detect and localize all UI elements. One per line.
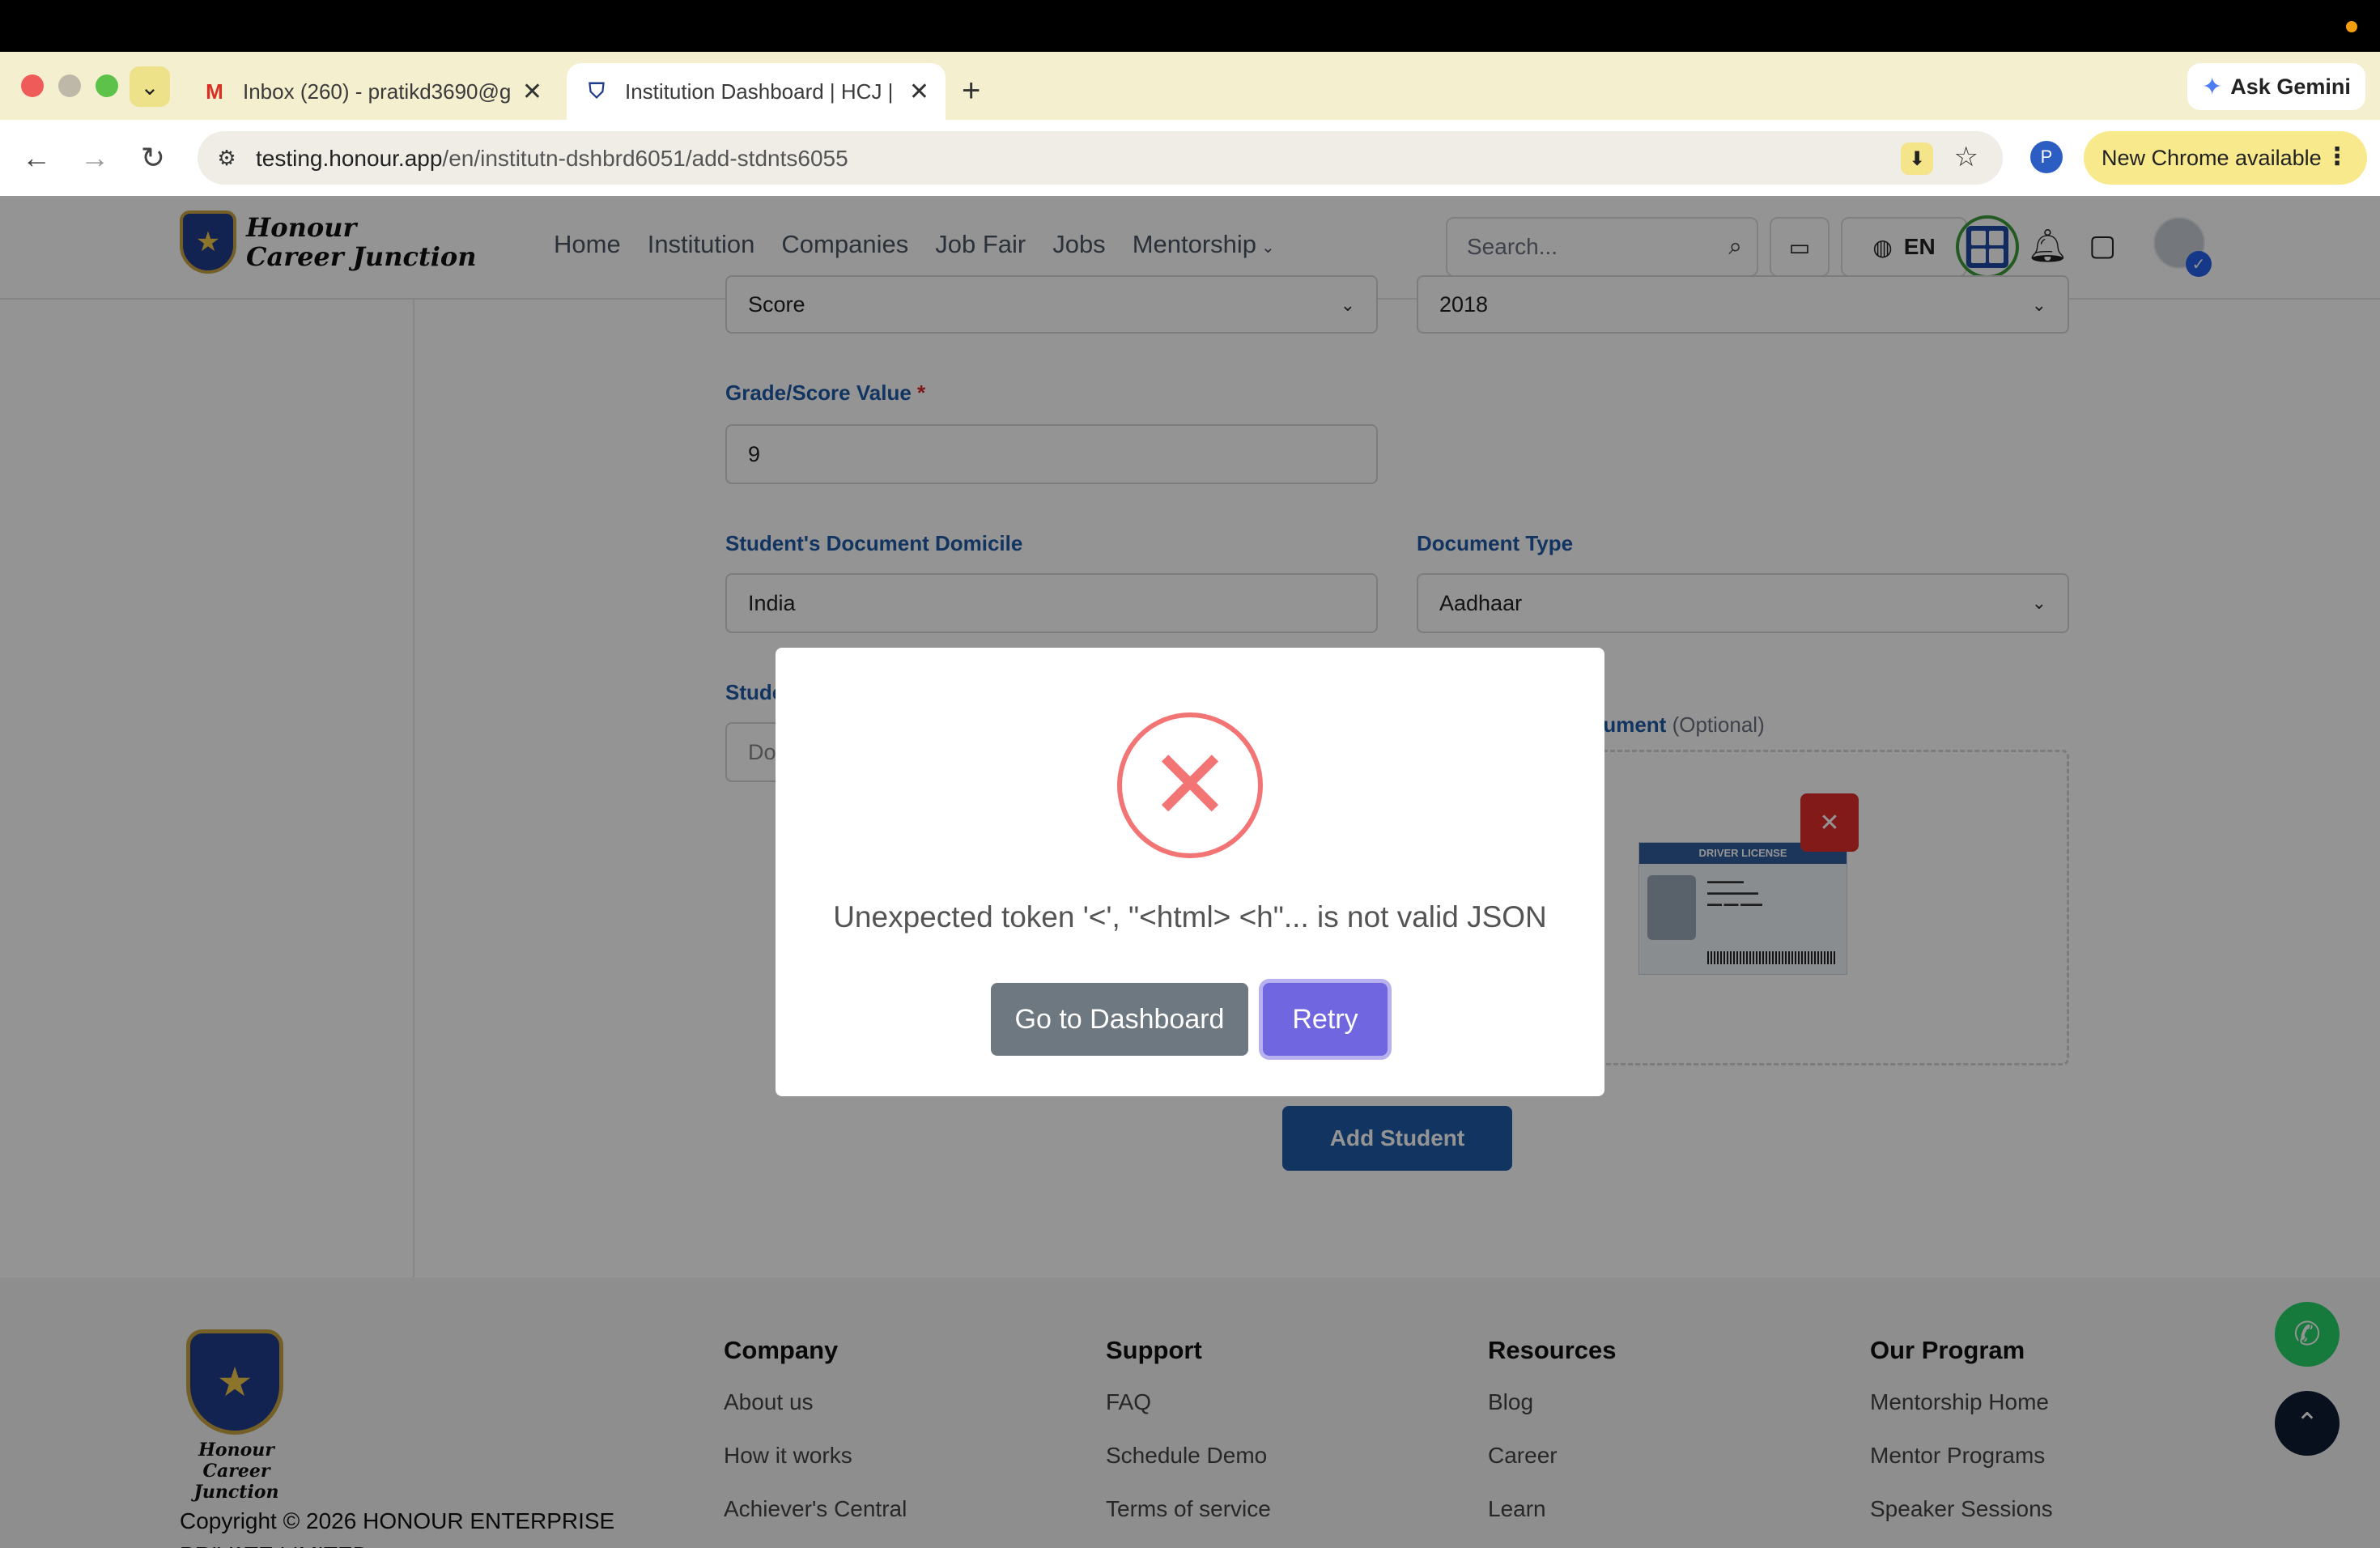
ask-gemini-label: Ask Gemini (2230, 74, 2351, 99)
hcj-favicon-icon: ⛉ (589, 79, 605, 103)
browser-toolbar: ← → ↻ ⚙ testing.honour.app/en/institutn-… (0, 120, 2380, 196)
window-minimize-button[interactable] (58, 74, 81, 97)
bookmark-star-icon[interactable]: ☆ (1954, 141, 1978, 173)
profile-avatar[interactable]: P (2030, 141, 2063, 173)
url-text[interactable]: testing.honour.app/en/institutn-dshbrd60… (256, 146, 848, 172)
tab-search-button[interactable]: ⌄ (130, 66, 170, 107)
gemini-sparkle-icon: ✦ (2202, 73, 2223, 100)
macos-menu-bar (0, 0, 2380, 52)
error-dialog: ✕ Unexpected token '<', "<html> <h"... i… (776, 648, 1604, 1096)
browser-tab-institution-dashboard[interactable]: ⛉ Institution Dashboard | HCJ | ✕ (567, 63, 946, 120)
address-bar[interactable]: ⚙ testing.honour.app/en/institutn-dshbrd… (198, 131, 2003, 185)
error-message: Unexpected token '<', "<html> <h"... is … (833, 900, 1547, 933)
browser-tab-gmail[interactable]: M Inbox (260) - pratikd3690@g ✕ (185, 63, 559, 120)
retry-button[interactable]: Retry (1263, 983, 1388, 1056)
arrow-right-icon: → (80, 141, 109, 174)
reload-icon: ↻ (140, 141, 166, 174)
browser-tab-strip: ⌄ M Inbox (260) - pratikd3690@g ✕ ⛉ Inst… (0, 52, 2380, 120)
recording-indicator-icon (2346, 21, 2357, 32)
url-host: testing.honour.app (256, 146, 443, 171)
ask-gemini-button[interactable]: ✦ Ask Gemini (2187, 63, 2365, 110)
site-settings-icon[interactable]: ⚙ (212, 143, 241, 172)
tab-title: Institution Dashboard | HCJ | (625, 79, 894, 104)
chevron-down-icon: ⌄ (140, 74, 159, 100)
error-x-icon: ✕ (1117, 712, 1263, 858)
reload-button[interactable]: ↻ (131, 136, 175, 180)
new-chrome-available-button[interactable]: New Chrome available ⋮ (2084, 131, 2367, 185)
new-tab-button[interactable]: + (962, 73, 980, 109)
install-app-icon[interactable]: ⬇ (1901, 142, 1933, 175)
url-path: /en/institutn-dshbrd6051/add-stdnts6055 (442, 146, 848, 171)
window-maximize-button[interactable] (96, 74, 118, 97)
window-close-button[interactable] (21, 74, 44, 97)
gmail-icon: M (206, 79, 223, 104)
forward-button[interactable]: → (73, 136, 117, 180)
go-to-dashboard-button[interactable]: Go to Dashboard (991, 983, 1248, 1056)
close-tab-icon[interactable]: ✕ (522, 78, 542, 106)
update-label: New Chrome available (2102, 145, 2322, 170)
arrow-left-icon: ← (22, 141, 51, 174)
tab-title: Inbox (260) - pratikd3690@g (243, 79, 512, 104)
close-tab-icon[interactable]: ✕ (909, 78, 929, 106)
back-button[interactable]: ← (15, 136, 58, 180)
more-menu-icon[interactable]: ⋮ (2325, 142, 2349, 171)
